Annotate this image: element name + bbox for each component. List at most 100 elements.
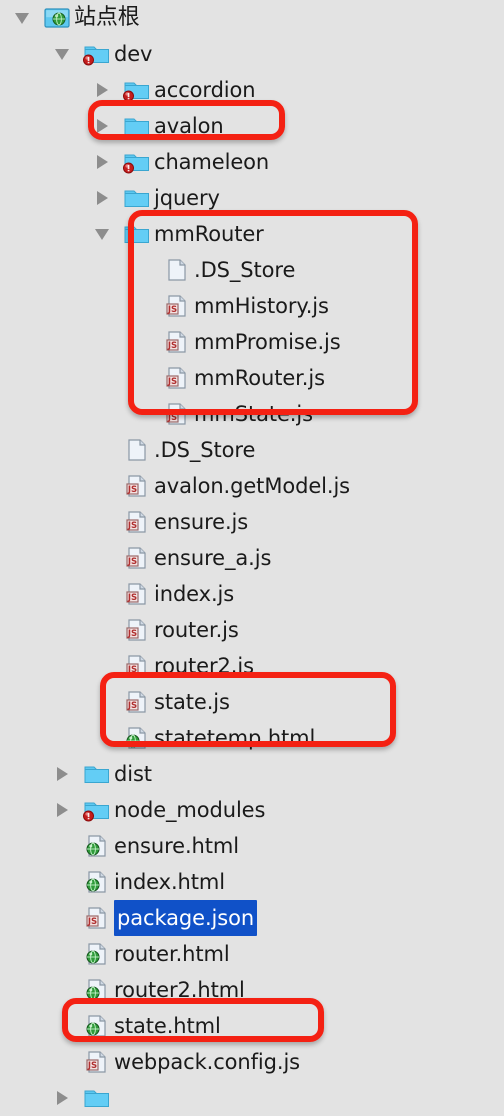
site-root-icon: [42, 0, 72, 36]
tree-row-label: package.json: [114, 900, 258, 936]
svg-text:JS: JS: [167, 413, 177, 423]
tree-row[interactable]: JS router.js: [0, 612, 504, 648]
disclosure-spacer: [92, 468, 112, 504]
file-js-icon: JS: [162, 324, 192, 360]
disclosure-triangle-open-icon[interactable]: [12, 0, 32, 36]
svg-text:JS: JS: [167, 377, 177, 387]
tree-row[interactable]: dev: [0, 36, 504, 72]
tree-row-label: mmPromise.js: [194, 330, 341, 354]
tree-row-label: state.html: [114, 1014, 221, 1038]
disclosure-spacer: [92, 684, 112, 720]
tree-row-label: webpack.config.js: [114, 1050, 301, 1074]
disclosure-triangle-closed-icon[interactable]: [52, 756, 72, 792]
disclosure-spacer: [52, 900, 72, 936]
tree-row[interactable]: avalon: [0, 108, 504, 144]
disclosure-spacer: [132, 396, 152, 432]
folder-error-icon: [82, 36, 112, 72]
tree-row-label: mmRouter.js: [194, 366, 325, 390]
tree-row[interactable]: JS router2.js: [0, 648, 504, 684]
disclosure-triangle-closed-icon[interactable]: [92, 108, 112, 144]
tree-row[interactable]: router2.html: [0, 972, 504, 1008]
disclosure-triangle-open-icon[interactable]: [52, 36, 72, 72]
tree-row[interactable]: JS index.js: [0, 576, 504, 612]
tree-row[interactable]: router.html: [0, 936, 504, 972]
folder-error-icon: [82, 792, 112, 828]
svg-text:JS: JS: [87, 1061, 97, 1071]
tree-row-label: router2.html: [114, 978, 245, 1002]
tree-row-label: mmState.js: [194, 402, 313, 426]
tree-row[interactable]: JS state.js: [0, 684, 504, 720]
tree-row[interactable]: .DS_Store: [0, 252, 504, 288]
tree-row-label: ensure.html: [114, 834, 239, 858]
tree-row[interactable]: .DS_Store: [0, 432, 504, 468]
tree-row-label: dev: [114, 42, 153, 66]
tree-row[interactable]: 站点根: [0, 0, 504, 36]
tree-row[interactable]: statetemp.html: [0, 720, 504, 756]
tree-row[interactable]: JS package.json: [0, 900, 504, 936]
tree-row[interactable]: ensure.html: [0, 828, 504, 864]
tree-row[interactable]: JS ensure.js: [0, 504, 504, 540]
file-js-icon: JS: [122, 540, 152, 576]
file-html-icon: [82, 1008, 112, 1044]
svg-text:JS: JS: [127, 593, 137, 603]
disclosure-spacer: [52, 828, 72, 864]
file-js-icon: JS: [82, 1044, 112, 1080]
disclosure-triangle-open-icon[interactable]: [92, 216, 112, 252]
file-js-icon: JS: [162, 396, 192, 432]
tree-row-label: .DS_Store: [194, 258, 296, 282]
disclosure-spacer: [92, 576, 112, 612]
tree-row[interactable]: dist: [0, 756, 504, 792]
svg-text:JS: JS: [127, 701, 137, 711]
file-js-icon: JS: [162, 288, 192, 324]
svg-text:JS: JS: [127, 557, 137, 567]
disclosure-triangle-closed-icon[interactable]: [92, 180, 112, 216]
file-js-icon: JS: [122, 576, 152, 612]
tree-row[interactable]: state.html: [0, 1008, 504, 1044]
tree-row[interactable]: JS avalon.getModel.js: [0, 468, 504, 504]
disclosure-spacer: [92, 540, 112, 576]
file-js-icon: JS: [122, 612, 152, 648]
tree-row[interactable]: index.html: [0, 864, 504, 900]
svg-text:JS: JS: [87, 917, 97, 927]
disclosure-triangle-closed-icon[interactable]: [92, 144, 112, 180]
disclosure-spacer: [52, 1008, 72, 1044]
tree-row[interactable]: node_modules: [0, 792, 504, 828]
disclosure-spacer: [52, 1044, 72, 1080]
disclosure-spacer: [132, 288, 152, 324]
tree-row[interactable]: JS mmPromise.js: [0, 324, 504, 360]
tree-row[interactable]: JS mmHistory.js: [0, 288, 504, 324]
file-blank-icon: [122, 432, 152, 468]
svg-text:JS: JS: [127, 485, 137, 495]
tree-row[interactable]: JS mmState.js: [0, 396, 504, 432]
svg-text:JS: JS: [127, 521, 137, 531]
tree-row[interactable]: mmRouter: [0, 216, 504, 252]
tree-row[interactable]: [0, 1080, 504, 1116]
file-tree[interactable]: 站点根 dev accordion avalon chameleon jquery mmRo…: [0, 0, 504, 1107]
tree-row[interactable]: jquery: [0, 180, 504, 216]
file-html-icon: [82, 828, 112, 864]
tree-row[interactable]: accordion: [0, 72, 504, 108]
tree-row-label: dist: [114, 762, 152, 786]
tree-row-label: router.html: [114, 942, 230, 966]
folder-icon: [122, 108, 152, 144]
disclosure-triangle-closed-icon[interactable]: [52, 1080, 72, 1116]
disclosure-spacer: [52, 972, 72, 1008]
tree-row[interactable]: chameleon: [0, 144, 504, 180]
tree-row-label: router.js: [154, 618, 239, 642]
tree-row[interactable]: JS webpack.config.js: [0, 1044, 504, 1080]
disclosure-triangle-closed-icon[interactable]: [52, 792, 72, 828]
tree-row-label: avalon.getModel.js: [154, 474, 351, 498]
file-html-icon: [82, 864, 112, 900]
svg-text:JS: JS: [127, 665, 137, 675]
tree-row-label: mmRouter: [154, 222, 264, 246]
folder-icon: [122, 216, 152, 252]
disclosure-spacer: [92, 612, 112, 648]
file-js-icon: JS: [122, 468, 152, 504]
disclosure-spacer: [92, 504, 112, 540]
disclosure-triangle-closed-icon[interactable]: [92, 72, 112, 108]
disclosure-spacer: [92, 648, 112, 684]
disclosure-spacer: [132, 252, 152, 288]
file-html-icon: [122, 720, 152, 756]
tree-row[interactable]: JS mmRouter.js: [0, 360, 504, 396]
tree-row[interactable]: JS ensure_a.js: [0, 540, 504, 576]
